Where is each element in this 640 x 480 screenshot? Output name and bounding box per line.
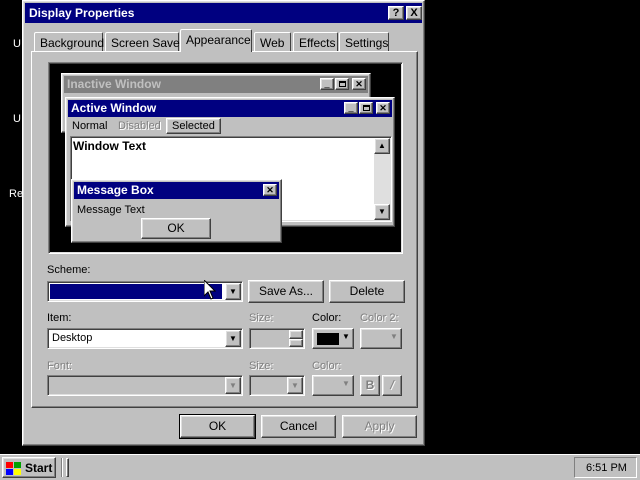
spin-down-icon[interactable] [289,339,303,347]
item-color-label: Color: [312,312,342,324]
chevron-down-icon[interactable]: ▼ [225,377,241,394]
preview-active-title: Active Window [71,101,157,115]
color-swatch [317,333,339,345]
appearance-panel: Inactive Window _ ✕ Active Window _ ✕ No… [31,51,418,408]
desktop-icon-label[interactable]: U [13,113,21,125]
item-value: Desktop [52,332,93,344]
tab-web[interactable]: Web [254,32,291,52]
tab-effects[interactable]: Effects [293,32,338,52]
delete-button[interactable]: Delete [329,280,405,303]
scroll-down-icon[interactable]: ▼ [374,204,390,220]
preview-active-titlebar: Active Window _ ✕ [68,100,392,117]
help-button[interactable]: ? [388,6,404,20]
scheme-preview[interactable]: Inactive Window _ ✕ Active Window _ ✕ No… [48,62,403,254]
item-color-button[interactable]: ▼ [312,328,354,349]
taskbar-handle[interactable] [66,458,69,477]
preview-message-box[interactable]: Message Box ✕ Message Text OK [71,179,282,243]
start-label: Start [25,461,53,475]
minimize-icon: _ [320,78,334,90]
close-icon: X [410,7,418,19]
spin-up-icon[interactable] [289,330,303,339]
desktop-icon-label[interactable]: Re [9,188,23,200]
display-properties-dialog: Display Properties ? X Background Screen… [22,0,425,446]
apply-button[interactable]: Apply [342,415,417,438]
item-color2-button[interactable]: ▼ [360,328,402,349]
tab-background[interactable]: Background [34,32,104,52]
maximize-icon [335,78,349,90]
item-label: Item: [47,312,72,324]
preview-inactive-title: Inactive Window [67,77,161,91]
windows-logo-icon [6,462,21,475]
chevron-down-icon[interactable]: ▼ [225,330,241,347]
clock[interactable]: 6:51 PM [586,462,627,474]
bold-button[interactable]: B [360,375,380,396]
preview-msgbox-titlebar: Message Box ✕ [74,182,279,199]
mouse-cursor-icon [204,280,216,300]
minimize-icon: _ [344,102,358,114]
tab-screen-saver[interactable]: Screen Saver [105,32,184,52]
dialog-title: Display Properties [29,6,135,20]
tab-appearance[interactable]: Appearance [180,29,252,52]
taskbar: Start 6:51 PM [0,454,640,480]
item-color2-label: Color 2: [360,312,399,324]
item-size-label: Size: [249,312,274,324]
cancel-button[interactable]: Cancel [261,415,336,438]
maximize-icon [359,102,373,114]
scroll-up-icon[interactable]: ▲ [374,138,390,154]
chevron-down-icon: ▼ [342,332,350,341]
font-color-button[interactable]: ▼ [312,375,354,396]
tab-settings[interactable]: Settings [339,32,389,52]
font-select[interactable]: ▼ [47,375,243,396]
desktop-icon-label[interactable]: U [13,38,21,50]
system-tray: 6:51 PM [574,457,637,478]
close-icon: ✕ [352,78,366,90]
chevron-down-icon[interactable]: ▼ [225,283,241,300]
preview-scrollbar[interactable]: ▲ ▼ [374,138,390,220]
item-select[interactable]: Desktop ▼ [47,328,243,349]
chevron-down-icon: ▼ [342,379,350,388]
font-size-label: Size: [249,360,274,372]
start-button[interactable]: Start [2,457,56,478]
close-icon: ✕ [376,102,390,114]
italic-button[interactable]: / [382,375,402,396]
close-icon: ✕ [263,184,277,196]
close-button[interactable]: X [406,6,422,20]
font-label: Font: [47,360,73,372]
help-icon: ? [392,7,400,19]
dialog-titlebar[interactable]: Display Properties ? X [25,3,422,23]
font-size-select[interactable]: ▼ [249,375,305,396]
preview-inactive-titlebar: Inactive Window _ ✕ [64,76,368,93]
preview-menu-disabled[interactable]: Disabled [118,120,161,132]
font-color-label: Color: [312,360,342,372]
save-as-button[interactable]: Save As... [248,280,324,303]
preview-menu-selected[interactable]: Selected [166,118,221,134]
item-size-spinner[interactable] [249,328,305,349]
scheme-value [49,283,223,300]
taskbar-separator [61,458,63,477]
ok-button[interactable]: OK [179,414,256,439]
chevron-down-icon: ▼ [390,332,398,341]
preview-msgbox-text: Message Text [77,204,145,216]
preview-window-text: Window Text [73,139,146,153]
preview-msgbox-title: Message Box [77,183,154,197]
chevron-down-icon[interactable]: ▼ [287,377,303,394]
preview-menu-normal[interactable]: Normal [72,120,107,132]
scheme-label: Scheme: [47,264,91,276]
preview-msgbox-ok-button[interactable]: OK [141,218,211,239]
